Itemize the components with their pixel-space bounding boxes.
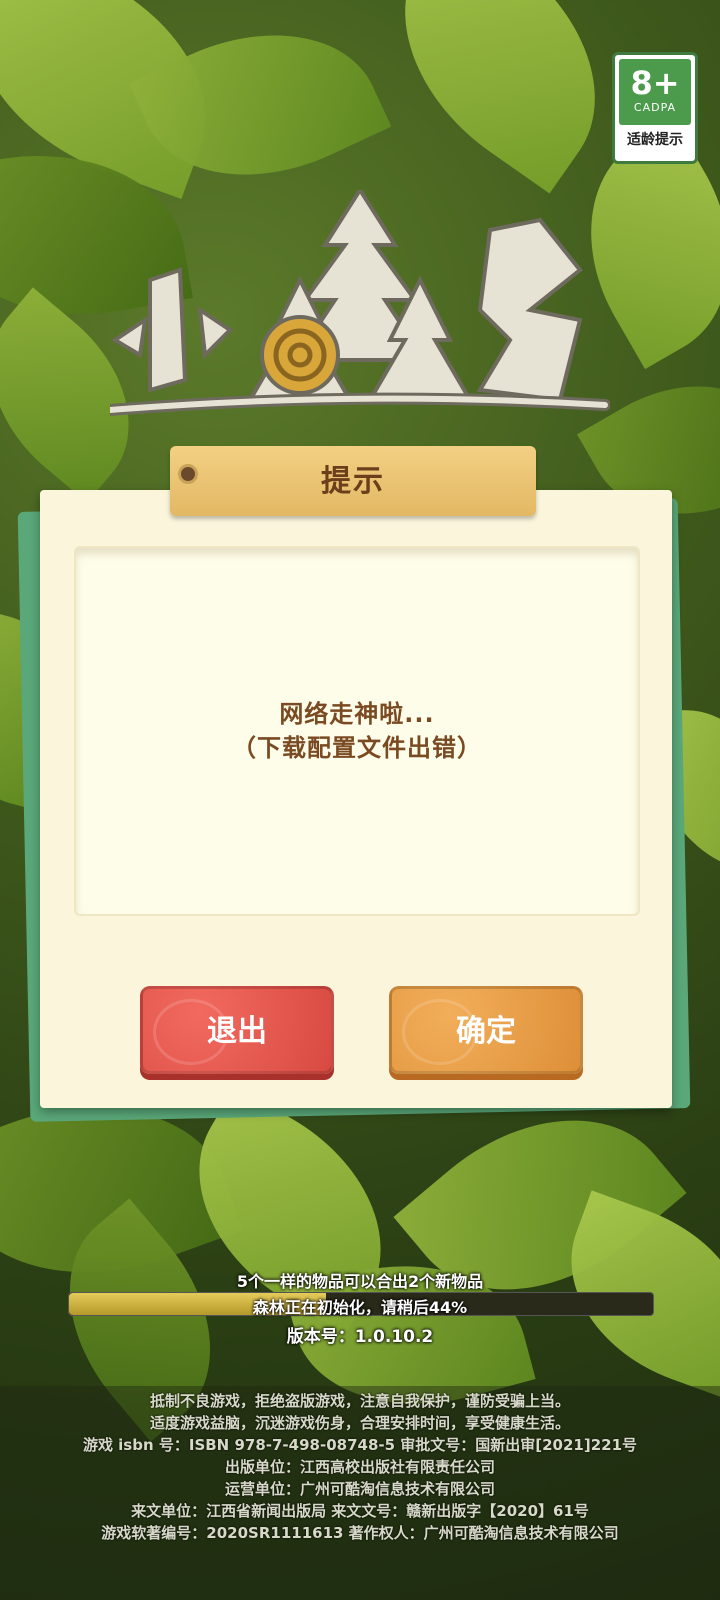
tag-knot-icon xyxy=(178,464,198,484)
game-logo xyxy=(110,190,610,416)
loading-tip: 5个一样的物品可以合出2个新物品 xyxy=(236,1272,484,1291)
age-rating-badge: 8+ CADPA 适龄提示 xyxy=(612,52,698,164)
error-detail: （下载配置文件出错） xyxy=(232,734,482,762)
legal-line: 适度游戏益脑，沉迷游戏伤身，合理安排时间，享受健康生活。 xyxy=(149,1414,570,1432)
age-rating: 8+ xyxy=(630,64,680,102)
confirm-button[interactable]: 确定 xyxy=(389,986,583,1074)
version-number: 版本号：1.0.10.2 xyxy=(286,1327,434,1347)
dialog-title: 提示 xyxy=(321,464,385,499)
wood-ring-decoration xyxy=(153,999,229,1065)
dialog-title-tab: 提示 xyxy=(170,446,536,516)
legal-line: 出版单位：江西高校出版社有限责任公司 xyxy=(224,1458,495,1476)
loading-status: 森林正在初始化，请稍后44% xyxy=(252,1298,468,1317)
legal-notice: 抵制不良游戏，拒绝盗版游戏，注意自我保护，谨防受骗上当。 适度游戏益脑，沉迷游戏… xyxy=(0,1386,720,1600)
legal-line: 游戏软著编号：2020SR1111613 著作权人：广州可酷淘信息技术有限公司 xyxy=(101,1524,619,1542)
age-rating-box: 8+ CADPA xyxy=(619,59,691,125)
legal-line: 抵制不良游戏，拒绝盗版游戏，注意自我保护，谨防受骗上当。 xyxy=(149,1392,570,1410)
age-rating-label: 适龄提示 xyxy=(627,132,683,148)
error-message: 网络走神啦... xyxy=(279,700,435,728)
legal-line: 游戏 isbn 号：ISBN 978-7-498-08748-5 审批文号：国新… xyxy=(82,1436,638,1454)
wood-ring-decoration xyxy=(402,999,478,1065)
legal-line: 运营单位：广州可酷淘信息技术有限公司 xyxy=(224,1480,495,1498)
message-panel: 网络走神啦... （下载配置文件出错） xyxy=(76,548,638,914)
legal-line: 来文单位：江西省新闻出版局 来文文号：赣新出版字【2020】61号 xyxy=(131,1502,589,1520)
exit-button[interactable]: 退出 xyxy=(140,986,334,1074)
age-rating-org: CADPA xyxy=(633,101,677,114)
